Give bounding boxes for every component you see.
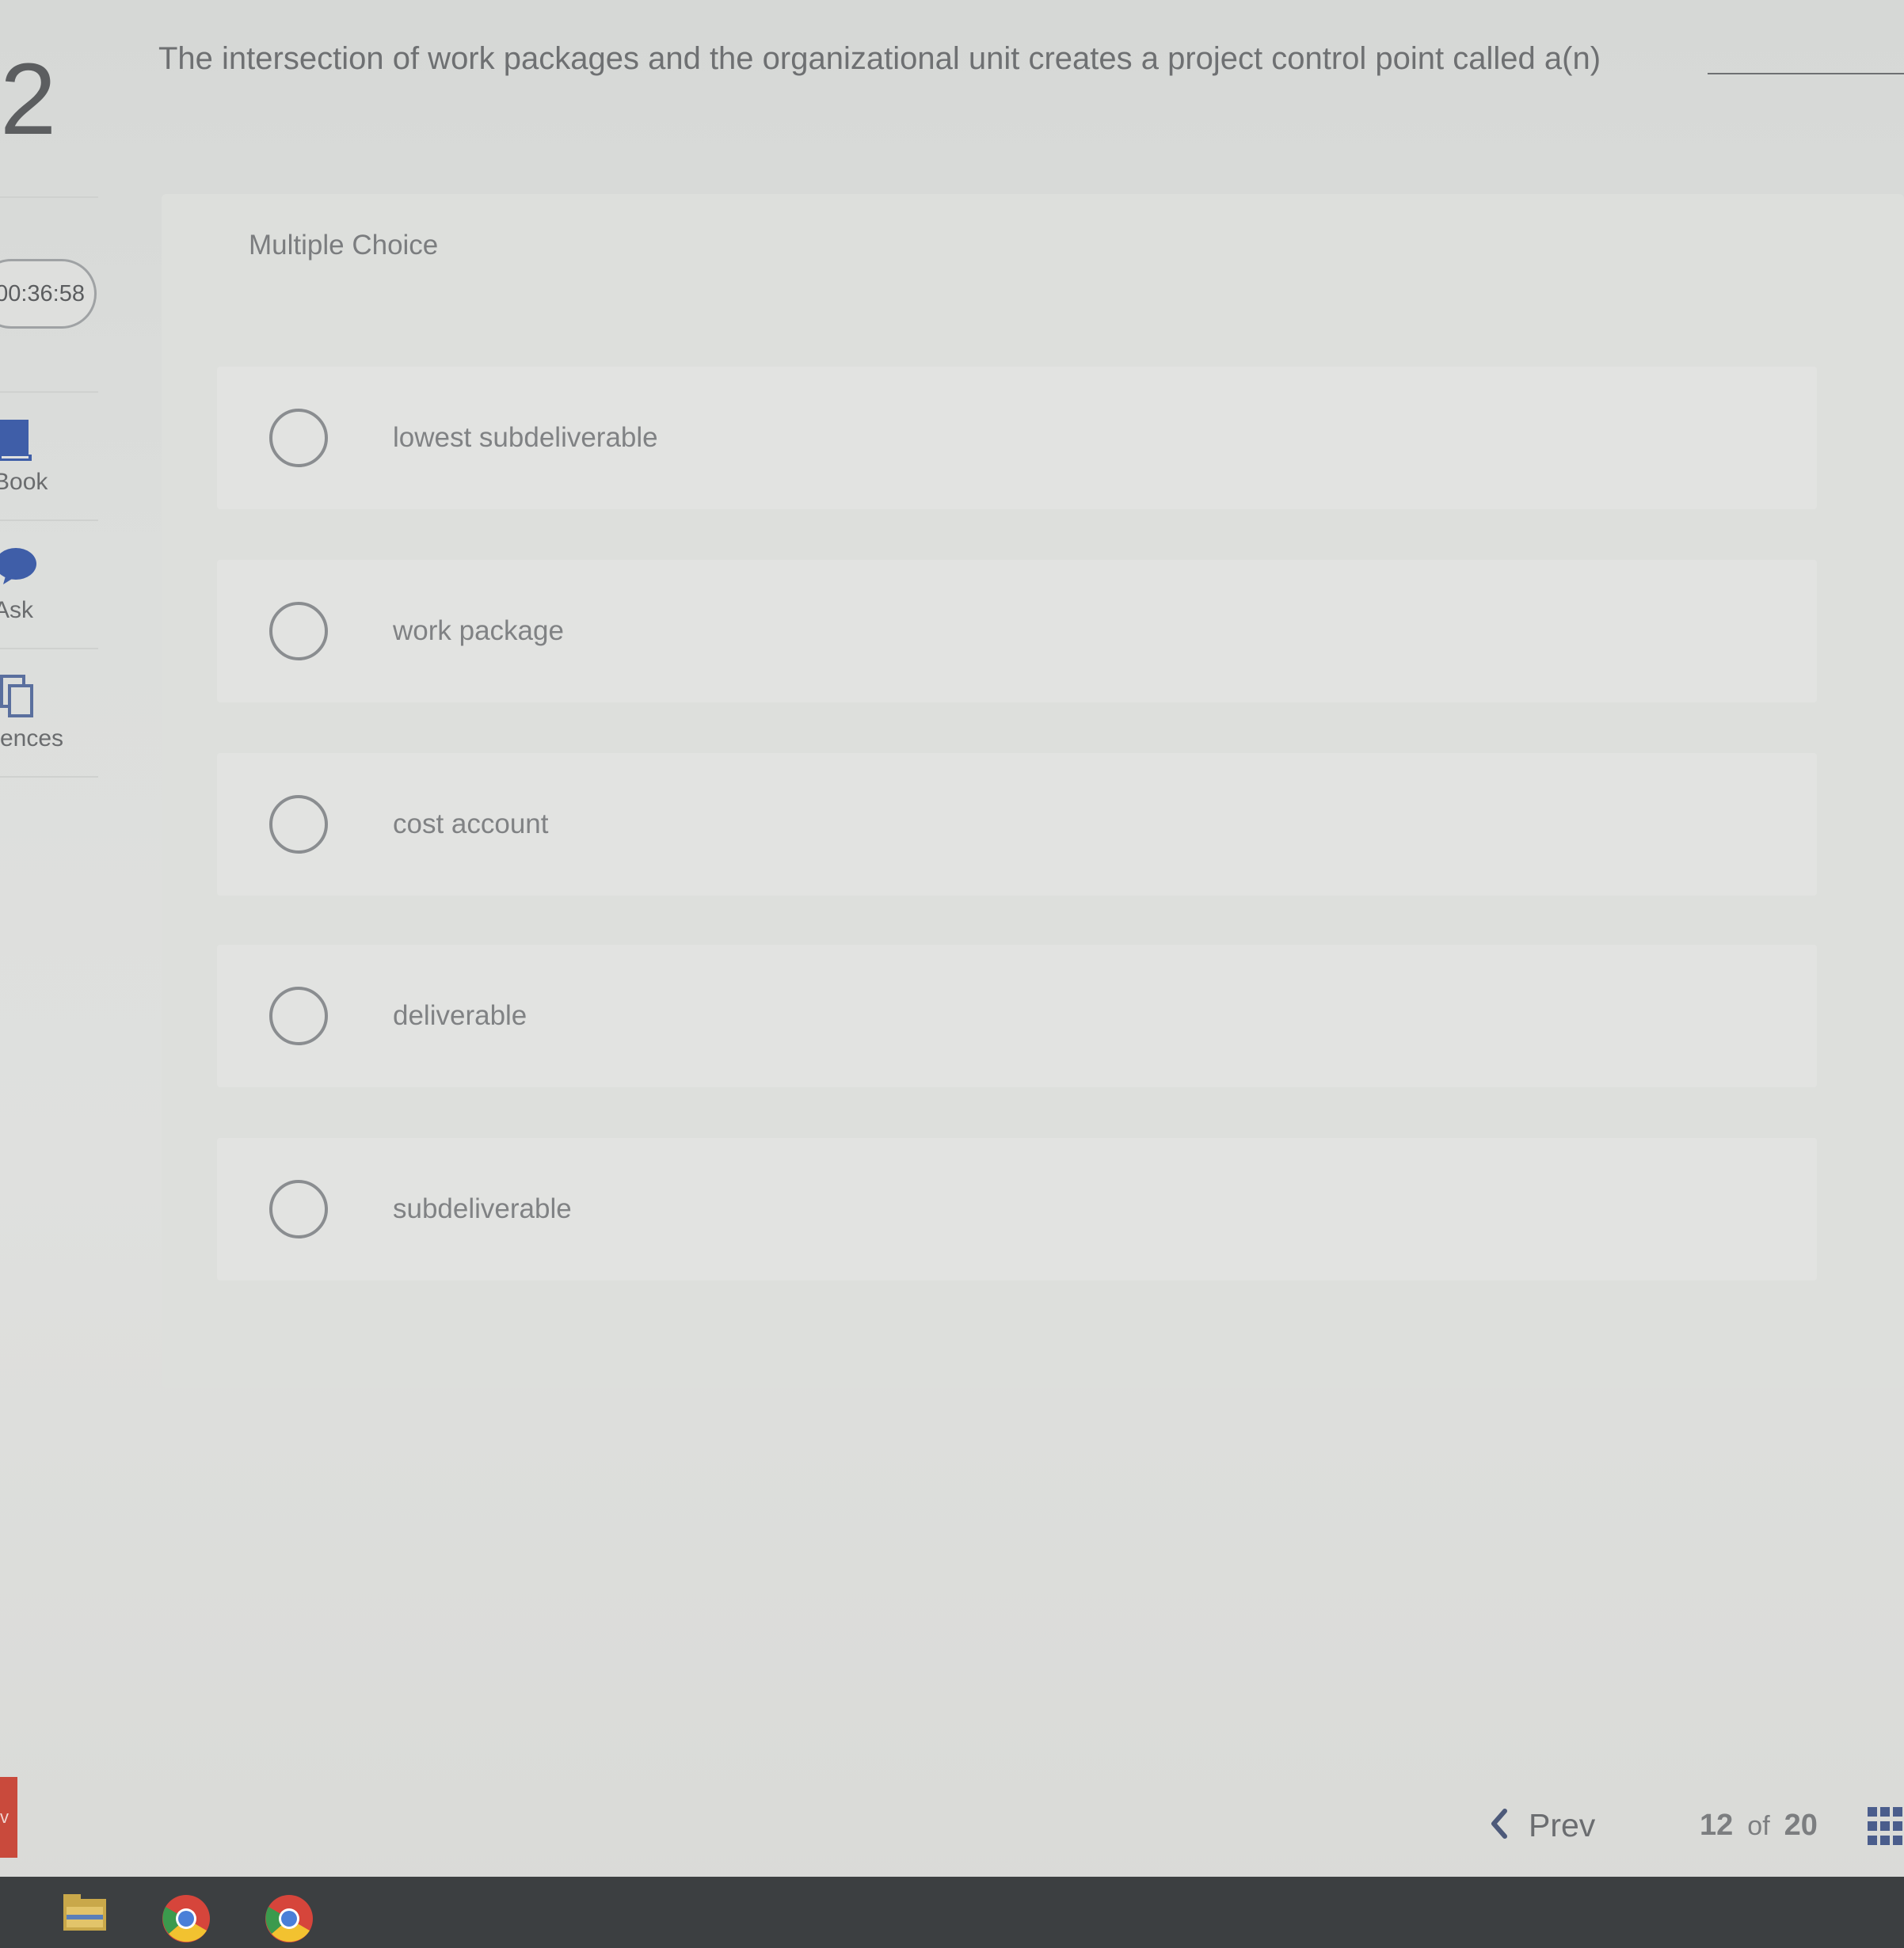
choice-option[interactable]: work package bbox=[217, 560, 1817, 702]
total-pages: 20 bbox=[1784, 1809, 1818, 1842]
choice-label: deliverable bbox=[393, 1000, 527, 1031]
sidebar-divider bbox=[0, 196, 98, 198]
ebook-tool-button[interactable]: Book bbox=[0, 396, 98, 523]
question-sidebar: 2 00:36:58 Book Ask ences bbox=[0, 0, 100, 1877]
answer-blank bbox=[1708, 73, 1904, 74]
choice-option[interactable]: cost account bbox=[217, 753, 1817, 896]
file-explorer-icon[interactable] bbox=[63, 1894, 106, 1936]
radio-button[interactable] bbox=[269, 795, 328, 854]
prev-button[interactable]: Prev bbox=[1491, 1807, 1595, 1844]
side-tab[interactable]: v bbox=[0, 1777, 17, 1858]
radio-button[interactable] bbox=[269, 987, 328, 1045]
ebook-tool-label: Book bbox=[0, 469, 48, 495]
chrome-icon[interactable] bbox=[162, 1894, 211, 1947]
sidebar-divider bbox=[0, 776, 98, 778]
current-page: 12 bbox=[1700, 1809, 1734, 1842]
os-taskbar bbox=[0, 1877, 1904, 1948]
choice-option[interactable]: lowest subdeliverable bbox=[217, 367, 1817, 509]
choice-option[interactable]: deliverable bbox=[217, 945, 1817, 1087]
choice-option[interactable]: subdeliverable bbox=[217, 1138, 1817, 1280]
sidebar-divider bbox=[0, 648, 98, 649]
references-tool-label: rences bbox=[0, 725, 64, 751]
sidebar-divider bbox=[0, 519, 98, 521]
choice-label: subdeliverable bbox=[393, 1193, 572, 1224]
grid-icon[interactable] bbox=[1868, 1807, 1904, 1851]
choice-label: lowest subdeliverable bbox=[393, 422, 658, 453]
choice-label: cost account bbox=[393, 808, 549, 839]
question-number: 2 bbox=[0, 43, 57, 156]
prev-label: Prev bbox=[1529, 1807, 1596, 1843]
radio-button[interactable] bbox=[269, 1180, 328, 1238]
ask-tool-label: Ask bbox=[0, 597, 34, 623]
radio-button[interactable] bbox=[269, 409, 328, 467]
question-prompt: The intersection of work packages and th… bbox=[158, 41, 1601, 76]
multiple-choice-panel: Multiple Choice lowest subdeliverable wo… bbox=[162, 194, 1904, 1388]
references-tool-button[interactable]: rences bbox=[0, 653, 98, 779]
chrome-icon[interactable] bbox=[265, 1894, 314, 1947]
page-of-label: of bbox=[1747, 1811, 1770, 1841]
copy-icon bbox=[0, 675, 36, 723]
sidebar-divider bbox=[0, 391, 98, 393]
ask-tool-button[interactable]: Ask bbox=[0, 524, 98, 651]
chevron-left-icon bbox=[1491, 1809, 1508, 1843]
page-indicator[interactable]: 12 of 20 bbox=[1700, 1809, 1818, 1843]
radio-button[interactable] bbox=[269, 602, 328, 660]
speech-bubble-icon bbox=[0, 548, 38, 590]
question-type-label: Multiple Choice bbox=[249, 230, 439, 261]
choice-label: work package bbox=[393, 615, 564, 646]
timer-display[interactable]: 00:36:58 bbox=[0, 259, 97, 329]
book-icon bbox=[0, 418, 32, 466]
